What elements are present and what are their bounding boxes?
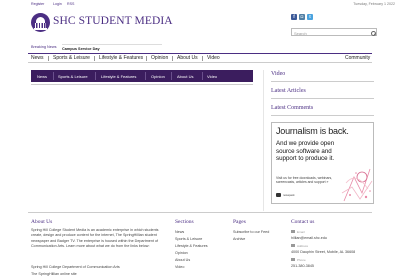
- nav-divider: [202, 56, 203, 61]
- nav-item-community[interactable]: Community: [345, 55, 370, 61]
- search-icon[interactable]: [368, 28, 377, 36]
- nav-divider: [146, 56, 147, 61]
- section-tab-sports-leisure[interactable]: Sports & Leisure: [58, 74, 88, 79]
- newspack-ad-banner[interactable]: Journalism is back. And we provide open …: [271, 122, 374, 204]
- top-bar: Register Login RSS Tuesday, February 1 2…: [0, 0, 400, 8]
- phone-icon: [291, 258, 295, 261]
- nav-item-about-us[interactable]: About Us: [177, 55, 198, 61]
- instagram-icon[interactable]: ◘: [299, 14, 305, 20]
- ad-illustration: [341, 168, 373, 202]
- section-tab-about-us[interactable]: About Us: [177, 74, 193, 79]
- contact-address-label: Address: [297, 244, 309, 248]
- contact-phone[interactable]: 251-380-3845: [291, 264, 314, 268]
- section-divider: [145, 72, 146, 80]
- login-link[interactable]: Login: [53, 2, 62, 6]
- contact-email-label: Email: [297, 230, 305, 234]
- section-tab-lifestyle-features[interactable]: Lifestyle & Features: [101, 74, 136, 79]
- footer-divider: [28, 212, 372, 213]
- rss-link[interactable]: RSS: [67, 2, 74, 6]
- ad-brand: newspack: [283, 193, 295, 197]
- footer-page-link-subscribe[interactable]: Subscribe to our Feed: [233, 230, 269, 234]
- address-icon: [291, 244, 295, 247]
- nav-divider: [48, 56, 49, 61]
- contact-phone-label: Phone: [297, 258, 306, 262]
- sidebar-latest-articles-heading[interactable]: Latest Articles: [271, 88, 306, 94]
- current-date: Tuesday, February 1 2022: [353, 2, 395, 6]
- sidebar-divider: [271, 81, 374, 82]
- footer-section-link-sports-leisure[interactable]: Sports & Leisure: [175, 237, 202, 241]
- nav-item-video[interactable]: Video: [207, 55, 220, 61]
- footer-section-link-lifestyle-features[interactable]: Lifestyle & Features: [175, 244, 208, 248]
- sidebar-video-heading[interactable]: Video: [271, 71, 285, 77]
- section-tab-news[interactable]: News: [37, 74, 47, 79]
- sidebar-divider: [271, 98, 374, 99]
- ad-small-text: Visit us for free downloads, webinars, s…: [276, 176, 333, 185]
- footer-page-link-archive[interactable]: Archive: [233, 237, 245, 241]
- breaking-divider: [62, 44, 162, 45]
- email-icon: [291, 230, 295, 233]
- section-divider: [95, 72, 96, 80]
- footer-section-link-about-us[interactable]: About Us: [175, 258, 190, 262]
- nav-item-sports-leisure[interactable]: Sports & Leisure: [53, 55, 90, 61]
- footer-section-link-opinion[interactable]: Opinion: [175, 251, 188, 255]
- contact-address: 4000 Dauphin Street, Mobile, AL 36608: [291, 250, 356, 254]
- footer-pages-heading: Pages: [233, 219, 246, 225]
- section-tab-video[interactable]: Video: [207, 74, 217, 79]
- footer-about-heading: About Us: [31, 219, 53, 225]
- ad-body: And we provide open source software and …: [276, 140, 335, 162]
- register-link[interactable]: Register: [31, 2, 44, 6]
- sidebar-divider: [271, 115, 374, 116]
- nav-item-lifestyle-features[interactable]: Lifestyle & Features: [99, 55, 143, 61]
- footer-about-link-springhillian[interactable]: The SpringHillian online site: [31, 272, 77, 276]
- newspack-logo-icon: [276, 193, 281, 197]
- site-title[interactable]: SHC STUDENT MEDIA: [53, 15, 173, 27]
- section-divider: [171, 72, 172, 80]
- section-tab-opinion[interactable]: Opinion: [151, 74, 165, 79]
- breaking-news-label: Breaking News: [31, 45, 57, 49]
- nav-divider: [94, 56, 95, 61]
- footer-contact-heading: Contact us: [291, 219, 315, 225]
- nav-item-opinion[interactable]: Opinion: [151, 55, 168, 61]
- footer-sections-heading: Sections: [175, 219, 194, 225]
- section-divider: [202, 72, 203, 80]
- nav-item-news[interactable]: News: [31, 55, 44, 61]
- search-input[interactable]: Search: [291, 28, 369, 36]
- section-divider: [53, 72, 54, 80]
- footer-section-link-news[interactable]: News: [175, 230, 184, 234]
- breaking-news-headline[interactable]: Campus Service Day: [62, 47, 100, 51]
- nav-divider: [172, 56, 173, 61]
- footer-about-link-comm-arts[interactable]: Spring Hill College Department of Commun…: [31, 265, 120, 269]
- sidebar-latest-comments-heading[interactable]: Latest Comments: [271, 105, 313, 111]
- contact-email[interactable]: hillian@email.shc.edu: [291, 236, 327, 240]
- footer-section-link-video[interactable]: Video: [175, 265, 184, 269]
- ad-headline: Journalism is back.: [276, 126, 349, 136]
- sidebar-border: [263, 70, 264, 211]
- twitter-icon[interactable]: t: [307, 14, 313, 20]
- footer-about-text: Spring Hill College Student Media is an …: [31, 228, 159, 248]
- site-logo-icon[interactable]: [31, 13, 50, 32]
- section-divider-line: [31, 84, 253, 85]
- facebook-icon[interactable]: f: [291, 14, 297, 20]
